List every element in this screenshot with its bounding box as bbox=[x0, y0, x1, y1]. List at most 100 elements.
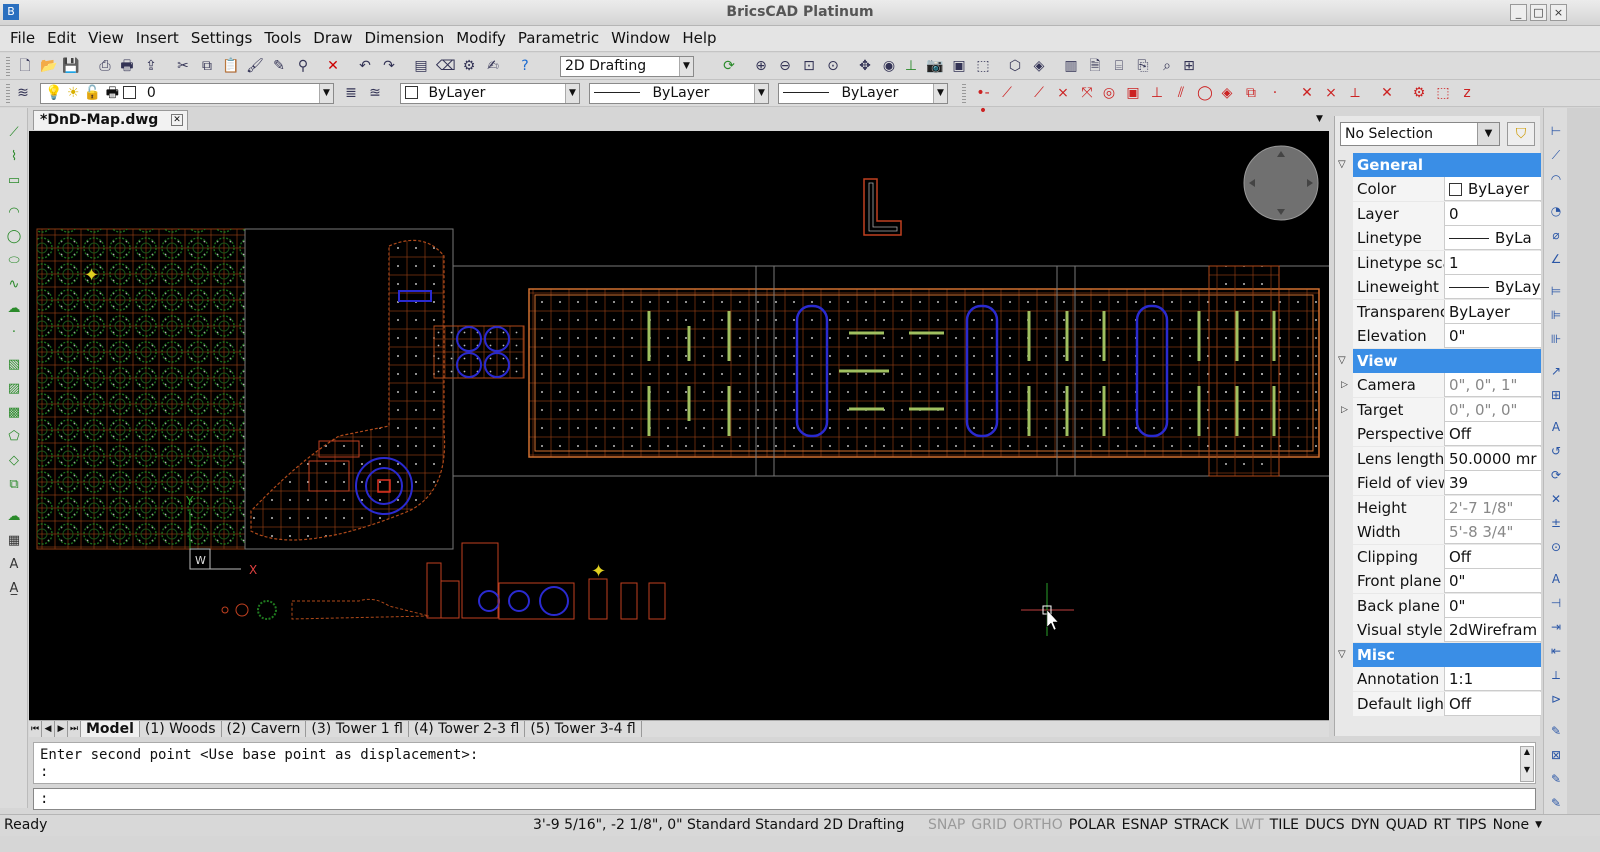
snap-perpendicular-icon[interactable]: ⊥ bbox=[1148, 84, 1166, 102]
close-button[interactable]: × bbox=[1550, 4, 1567, 21]
circle-icon[interactable]: ◯ bbox=[5, 228, 23, 246]
prop-row-default-lighting[interactable]: Default lighti Off bbox=[1353, 692, 1541, 716]
cloud-icon[interactable]: ☁ bbox=[5, 300, 23, 318]
make-current-icon[interactable]: ≣ bbox=[342, 84, 360, 102]
text-icon[interactable]: A bbox=[5, 556, 23, 574]
lineweight-select[interactable]: ByLayer ▼ bbox=[778, 83, 948, 104]
viewports-icon[interactable]: ▥ bbox=[1062, 57, 1080, 75]
toggle-esnap[interactable]: ESNAP bbox=[1122, 815, 1168, 835]
linear-dimension-icon[interactable]: ⊢ bbox=[1547, 122, 1565, 140]
menu-dimension[interactable]: Dimension bbox=[358, 26, 450, 51]
snap-parallel-icon[interactable]: ⫽ bbox=[1172, 84, 1190, 102]
document-tab[interactable]: *DnD-Map.dwg ✕ bbox=[33, 110, 188, 130]
dim-edit-icon[interactable]: A bbox=[1547, 418, 1565, 436]
command-input[interactable]: : bbox=[33, 788, 1536, 810]
prop-row-clipping[interactable]: Clipping Off bbox=[1353, 545, 1541, 569]
point-icon[interactable]: · bbox=[5, 324, 23, 342]
dim-oblique-icon[interactable]: ⟂ bbox=[1547, 666, 1565, 684]
menu-view[interactable]: View bbox=[82, 26, 130, 51]
snap-intersection-icon[interactable]: ⟋ bbox=[1030, 84, 1048, 102]
snap-settings-icon[interactable]: ⚙ bbox=[1410, 84, 1428, 102]
snap-off-icon[interactable]: ✕ bbox=[1378, 84, 1396, 102]
dim-arrow-icon[interactable]: ⊳ bbox=[1547, 690, 1565, 708]
prop-row-lineweight[interactable]: Lineweight ByLay bbox=[1353, 275, 1541, 299]
dim-settings-icon[interactable]: ✎ bbox=[1547, 770, 1565, 788]
toolbar-grip[interactable] bbox=[6, 84, 10, 103]
chevron-down-icon[interactable]: ▼ bbox=[1535, 815, 1542, 835]
snap-none-icon[interactable]: ✕ bbox=[1298, 84, 1316, 102]
ucs-icon[interactable]: ⊥ bbox=[902, 57, 920, 75]
snap-apparent-icon[interactable]: ⨯ bbox=[1054, 84, 1072, 102]
prop-row-target[interactable]: Target 0", 0", 0" bbox=[1353, 398, 1541, 422]
toggle-ortho[interactable]: ORTHO bbox=[1013, 815, 1063, 835]
menu-window[interactable]: Window bbox=[605, 26, 676, 51]
last-tab-icon[interactable]: ⏭ bbox=[68, 721, 81, 737]
leader-icon[interactable]: ↗ bbox=[1547, 362, 1565, 380]
hatch-icon[interactable]: ▧ bbox=[5, 356, 23, 374]
pick-icon[interactable]: ✎ bbox=[270, 57, 288, 75]
quick-dimension-icon[interactable]: ⊪ bbox=[1547, 330, 1565, 348]
prop-row-linetype[interactable]: Linetype ByLa bbox=[1353, 226, 1541, 250]
collapse-icon[interactable]: ▽ bbox=[1338, 643, 1350, 667]
dim-break-icon[interactable]: ⊣ bbox=[1547, 594, 1565, 612]
layer-states-icon[interactable]: ≋ bbox=[14, 84, 32, 102]
named-views-icon[interactable]: ⬚ bbox=[974, 57, 992, 75]
tab-tower-3-4[interactable]: (5) Tower 3-4 fl bbox=[525, 721, 642, 737]
regen-icon[interactable]: ⟳ bbox=[720, 57, 738, 75]
menu-parametric[interactable]: Parametric bbox=[512, 26, 605, 51]
prev-tab-icon[interactable]: ◀ bbox=[42, 721, 55, 737]
maximize-button[interactable]: □ bbox=[1530, 4, 1547, 21]
menu-settings[interactable]: Settings bbox=[185, 26, 259, 51]
prop-row-back-plane[interactable]: Back plane 0" bbox=[1353, 594, 1541, 618]
toolbar-grip[interactable] bbox=[962, 84, 966, 103]
tab-tower-2-3[interactable]: (4) Tower 2-3 fl bbox=[409, 721, 526, 737]
continue-dimension-icon[interactable]: ⊫ bbox=[1547, 306, 1565, 324]
find-icon[interactable]: ⌕ bbox=[1158, 57, 1176, 75]
close-tab-icon[interactable]: ✕ bbox=[171, 114, 183, 126]
center-mark-icon[interactable]: ⊙ bbox=[1547, 538, 1565, 556]
dim-text-icon[interactable]: A bbox=[1547, 570, 1565, 588]
prop-row-visual-style[interactable]: Visual style 2dWirefram bbox=[1353, 618, 1541, 642]
orbit-icon[interactable]: ◉ bbox=[880, 57, 898, 75]
snap-extension-icon[interactable]: ⤧ bbox=[1078, 84, 1096, 102]
menu-help[interactable]: Help bbox=[676, 26, 722, 51]
camera-icon[interactable]: 📷 bbox=[926, 57, 944, 75]
prop-row-transparency[interactable]: Transparenc ByLayer bbox=[1353, 300, 1541, 324]
prop-row-color[interactable]: Color ByLayer bbox=[1353, 177, 1541, 201]
tab-woods[interactable]: (1) Woods bbox=[140, 721, 222, 737]
zoom-extents-icon[interactable]: ⊙ bbox=[824, 57, 842, 75]
expand-icon[interactable]: ▷ bbox=[1341, 373, 1348, 397]
match-properties-icon[interactable]: 🖌 bbox=[246, 57, 264, 75]
minimize-button[interactable]: _ bbox=[1510, 4, 1527, 21]
collapse-icon[interactable]: ▽ bbox=[1338, 349, 1350, 373]
zoom-window-icon[interactable]: ⊡ bbox=[800, 57, 818, 75]
sheet-icon[interactable]: 🗎 bbox=[1086, 57, 1104, 75]
pan-icon[interactable]: ✥ bbox=[856, 57, 874, 75]
workspace-select[interactable]: 2D Drafting ▼ bbox=[560, 56, 694, 77]
dim-update-icon[interactable]: ⟳ bbox=[1547, 466, 1565, 484]
prop-row-perspective[interactable]: Perspective Off bbox=[1353, 422, 1541, 446]
zoom-in-icon[interactable]: ⊕ bbox=[752, 57, 770, 75]
mtext-icon[interactable]: A̲ bbox=[5, 580, 23, 598]
tool-palette-icon[interactable]: ⊞ bbox=[1180, 57, 1198, 75]
selection-select[interactable]: No Selection ▼ bbox=[1340, 122, 1500, 146]
toggle-strack[interactable]: STRACK bbox=[1174, 815, 1229, 835]
dim-reassociate-icon[interactable]: ⊠ bbox=[1547, 746, 1565, 764]
prop-row-annotation-scale[interactable]: Annotation s 1:1 bbox=[1353, 667, 1541, 691]
compare-icon[interactable]: ⎘ bbox=[1134, 57, 1152, 75]
dim-inspect-icon[interactable]: ✎ bbox=[1547, 722, 1565, 740]
arc-length-icon[interactable]: ◠ bbox=[1547, 170, 1565, 188]
tab-cavern[interactable]: (2) Cavern bbox=[222, 721, 307, 737]
snap-track-icon[interactable]: ⟂ bbox=[1346, 84, 1364, 102]
prop-row-layer[interactable]: Layer 0 bbox=[1353, 202, 1541, 226]
open-file-icon[interactable]: 📂 bbox=[40, 57, 58, 75]
dim-jog-icon[interactable]: ⇤ bbox=[1547, 642, 1565, 660]
linetype-select[interactable]: ByLayer ▼ bbox=[589, 83, 769, 104]
render-icon[interactable]: ▣ bbox=[950, 57, 968, 75]
toggle-polar[interactable]: POLAR bbox=[1069, 815, 1116, 835]
toggle-tile[interactable]: TILE bbox=[1270, 815, 1299, 835]
prop-row-front-plane[interactable]: Front plane 0" bbox=[1353, 569, 1541, 593]
snap-center-icon[interactable]: ◎ bbox=[1100, 84, 1118, 102]
spline-icon[interactable]: ∿ bbox=[5, 276, 23, 294]
drawing-canvas[interactable]: ✦ ✦ Y X W bbox=[29, 131, 1329, 721]
